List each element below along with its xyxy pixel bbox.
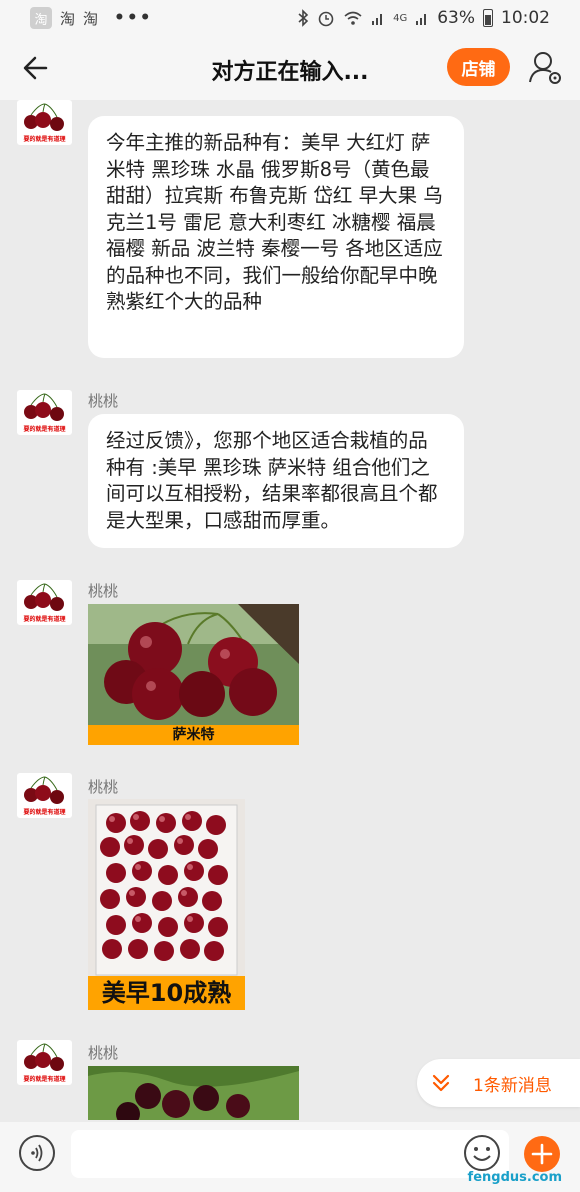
sender-name: 桃桃 xyxy=(88,392,119,410)
signal-icon xyxy=(416,14,427,25)
sender-name: 桃桃 xyxy=(88,778,119,796)
status-bar: 淘 淘 淘 ••• 4G 63% 10:02 xyxy=(0,0,580,36)
cherry-tree-photo xyxy=(88,1066,299,1120)
new-message-pill[interactable]: 1条新消息 xyxy=(417,1059,580,1107)
avatar-label: 要的就是有道理 xyxy=(23,426,66,433)
more-notifications-icon: ••• xyxy=(114,8,153,28)
avatar-label: 要的就是有道理 xyxy=(23,1076,66,1083)
battery-percent: 63% xyxy=(437,8,475,28)
plus-icon xyxy=(531,1143,553,1165)
chat-header: 对方正在输入... 店铺 xyxy=(0,36,580,100)
plus-button[interactable] xyxy=(524,1136,560,1172)
message-bubble[interactable]: 今年主推的新品种有：美早 大红灯 萨米特 黑珍珠 水晶 俄罗斯8号（黄色最甜甜）… xyxy=(88,116,464,358)
image-caption: 美早10成熟 xyxy=(88,976,245,1010)
image-message[interactable]: 美早10成熟 xyxy=(88,799,245,1010)
image-message[interactable]: 萨米特 xyxy=(88,604,299,745)
message-bubble[interactable]: 经过反馈》，您那个地区适合栽植的品种有 :美早 黑珍珠 萨米特 组合他们之间可以… xyxy=(88,414,464,548)
emoji-icon[interactable] xyxy=(463,1134,501,1172)
taobao-notification-icon: 淘 xyxy=(83,9,99,28)
bluetooth-icon xyxy=(298,9,309,27)
avatar[interactable]: 要的就是有道理 xyxy=(17,580,72,625)
message-input[interactable] xyxy=(71,1130,509,1178)
taobao-notification-icon: 淘 xyxy=(60,9,76,28)
store-button[interactable]: 店铺 xyxy=(447,48,510,86)
user-settings-icon[interactable] xyxy=(526,48,564,86)
voice-wave-icon xyxy=(31,1144,43,1162)
battery-icon xyxy=(483,9,493,27)
avatar[interactable]: 要的就是有道理 xyxy=(17,100,72,145)
app-badge-icon: 淘 xyxy=(30,7,52,29)
sender-name: 桃桃 xyxy=(88,582,119,600)
wifi-icon xyxy=(344,11,362,25)
image-caption: 萨米特 xyxy=(88,725,299,745)
alarm-icon xyxy=(318,11,334,27)
back-arrow-icon[interactable] xyxy=(18,50,54,86)
double-chevron-down-icon xyxy=(432,1074,450,1092)
sender-name: 桃桃 xyxy=(88,1044,119,1062)
avatar[interactable]: 要的就是有道理 xyxy=(17,773,72,818)
watermark: fengdus.com xyxy=(467,1170,562,1185)
new-message-label: 1条新消息 xyxy=(473,1075,552,1096)
voice-button[interactable] xyxy=(19,1135,55,1171)
image-message[interactable] xyxy=(88,1066,299,1120)
avatar[interactable]: 要的就是有道理 xyxy=(17,1040,72,1085)
network-type-label: 4G xyxy=(393,12,408,24)
clock: 10:02 xyxy=(501,8,550,28)
chat-list[interactable]: 要的就是有道理 今年主推的新品种有：美早 大红灯 萨米特 黑珍珠 水晶 俄罗斯8… xyxy=(0,100,580,1120)
cherry-photo xyxy=(88,604,299,745)
avatar-label: 要的就是有道理 xyxy=(23,136,66,143)
avatar[interactable]: 要的就是有道理 xyxy=(17,390,72,435)
avatar-label: 要的就是有道理 xyxy=(23,616,66,623)
avatar-label: 要的就是有道理 xyxy=(23,809,66,816)
signal-icon xyxy=(372,14,383,25)
